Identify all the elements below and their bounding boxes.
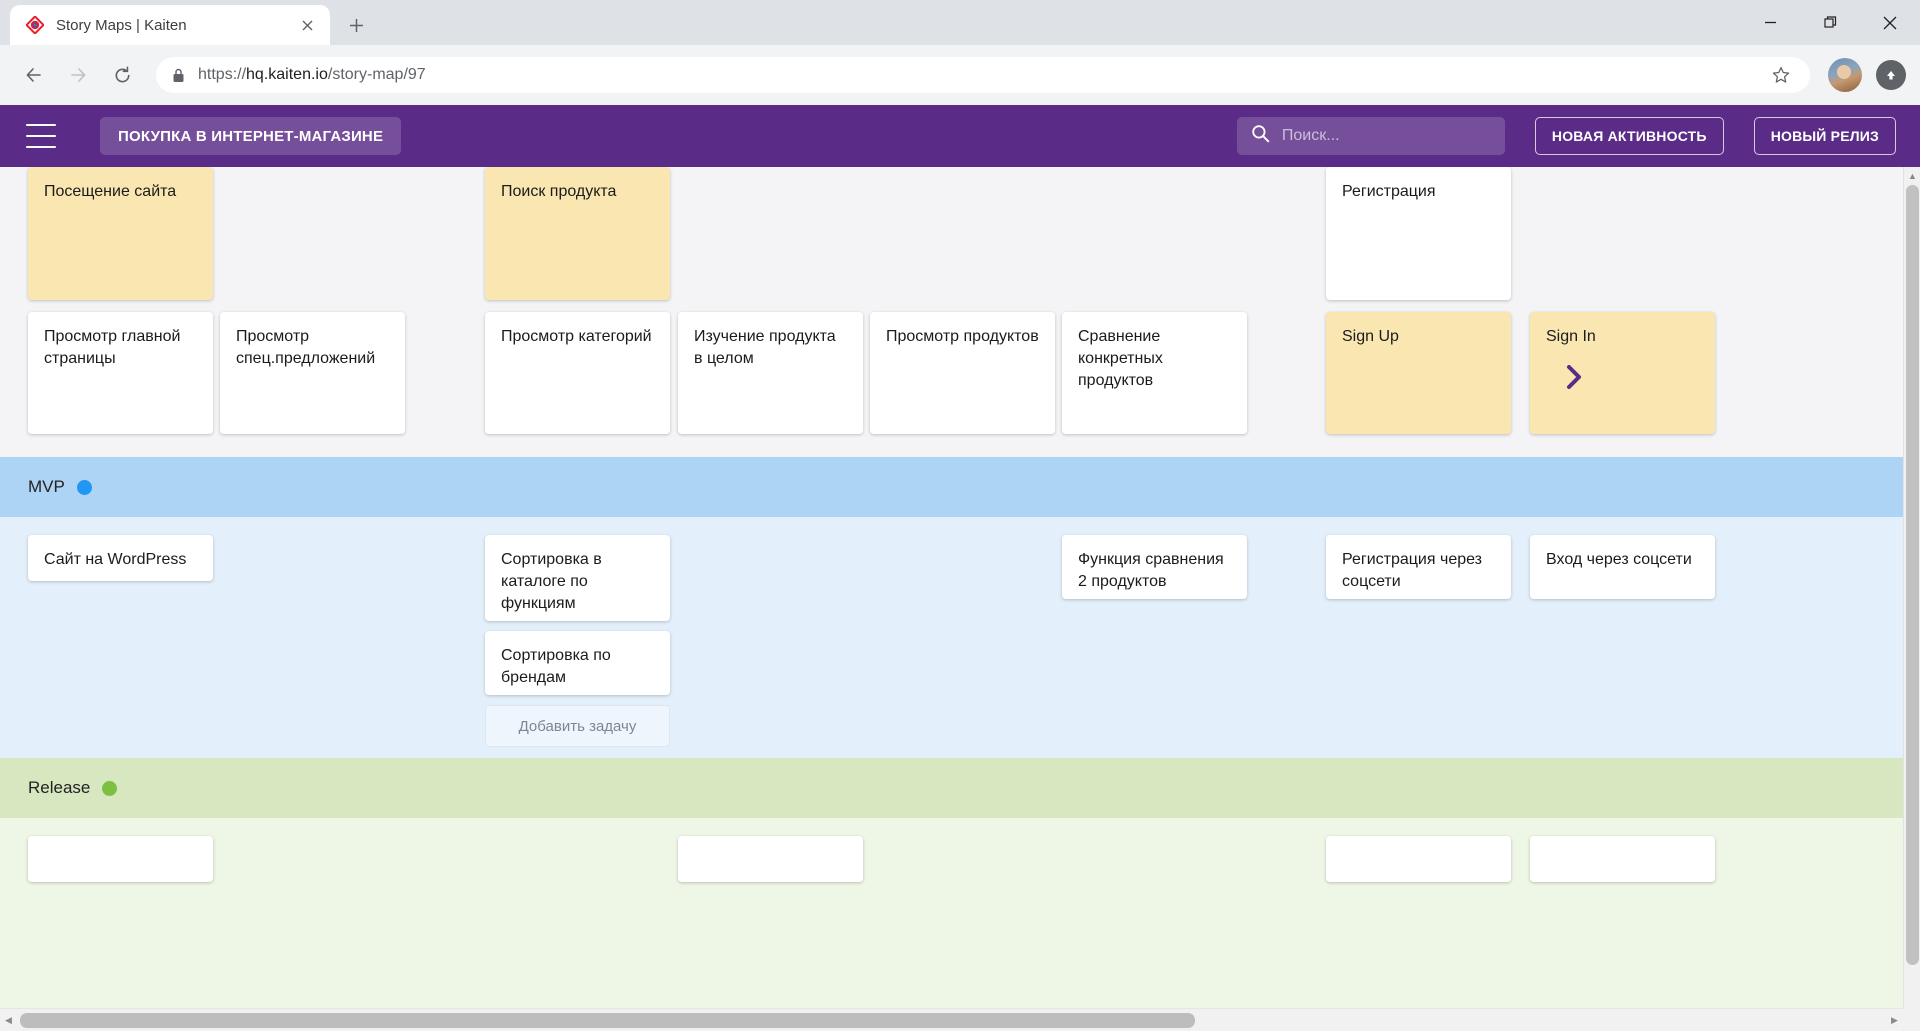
story-card[interactable]: Просмотр продуктов xyxy=(870,312,1055,434)
browser-tab-title: Story Maps | Kaiten xyxy=(56,17,284,34)
browser-tab-bar: Story Maps | Kaiten xyxy=(0,0,1920,45)
task-card[interactable] xyxy=(1326,836,1511,882)
new-release-button[interactable]: НОВЫЙ РЕЛИЗ xyxy=(1754,117,1896,155)
arrow-right-icon xyxy=(58,55,98,95)
card-label: Сайт на WordPress xyxy=(44,549,197,571)
restore-icon[interactable] xyxy=(1800,0,1860,45)
card-label: Просмотр главной страницы xyxy=(44,326,197,370)
search-placeholder: Поиск... xyxy=(1282,127,1340,145)
star-icon[interactable] xyxy=(1766,60,1796,90)
card-label: Сортировка в каталоге по функциям xyxy=(501,549,654,615)
horizontal-scrollbar-thumb[interactable] xyxy=(20,1013,1195,1028)
card-label: Изучение продукта в целом xyxy=(694,326,847,370)
swimlane-release: Release xyxy=(0,758,1903,1031)
board-title-button[interactable]: ПОКУПКА В ИНТЕРНЕТ-МАГАЗИНЕ xyxy=(100,117,401,155)
swimlane-title: Release xyxy=(28,778,90,798)
task-card[interactable] xyxy=(1530,836,1715,882)
card-label: Функция сравнения 2 продуктов xyxy=(1078,549,1231,593)
browser-toolbar: https://hq.kaiten.io/story-map/97 xyxy=(0,45,1920,105)
story-card[interactable]: Просмотр категорий xyxy=(485,312,670,434)
arrow-left-icon[interactable] xyxy=(14,55,54,95)
swimlane-title: MVP xyxy=(28,477,65,497)
app-header: ПОКУПКА В ИНТЕРНЕТ-МАГАЗИНЕ Поиск... НОВ… xyxy=(0,105,1920,167)
close-icon[interactable] xyxy=(296,14,318,36)
swimlane-color-dot xyxy=(77,480,92,495)
card-label: Просмотр продуктов xyxy=(886,326,1039,348)
card-label: Регистрация xyxy=(1342,181,1495,203)
window-close-icon[interactable] xyxy=(1860,0,1920,45)
address-bar[interactable]: https://hq.kaiten.io/story-map/97 xyxy=(156,57,1810,93)
activity-card[interactable]: Регистрация xyxy=(1326,167,1511,300)
story-card[interactable]: Просмотр спец.предложений xyxy=(220,312,405,434)
hamburger-menu-icon[interactable] xyxy=(26,124,56,148)
card-label: Просмотр спец.предложений xyxy=(236,326,389,370)
swimlane-mvp: MVP Сайт на WordPress Сортировка в катало… xyxy=(0,457,1903,758)
kaiten-logo-icon xyxy=(26,16,44,34)
card-label: Просмотр категорий xyxy=(501,326,654,348)
task-card[interactable] xyxy=(678,836,863,882)
task-card[interactable]: Регистрация через соцсети xyxy=(1326,535,1511,599)
task-card[interactable] xyxy=(28,836,213,882)
swimlane-body-mvp: Сайт на WordPress Сортировка в каталоге п… xyxy=(0,517,1903,758)
activity-card[interactable]: Поиск продукта xyxy=(485,167,670,300)
avatar[interactable] xyxy=(1828,58,1862,92)
activity-card[interactable]: Посещение сайта xyxy=(28,167,213,300)
url-text: https://hq.kaiten.io/story-map/97 xyxy=(198,66,1754,84)
search-icon xyxy=(1251,124,1270,148)
browser-tab[interactable]: Story Maps | Kaiten xyxy=(10,5,330,45)
reload-icon[interactable] xyxy=(102,55,142,95)
vertical-scrollbar-thumb[interactable] xyxy=(1906,185,1919,965)
card-label: Сортировка по брендам xyxy=(501,645,654,689)
card-label: Sign In xyxy=(1546,326,1699,348)
add-task-button[interactable]: Добавить задачу xyxy=(485,705,670,747)
task-card[interactable]: Сортировка по брендам xyxy=(485,631,670,695)
task-card[interactable]: Функция сравнения 2 продуктов xyxy=(1062,535,1247,599)
story-card[interactable]: Сравнение конкретных продуктов xyxy=(1062,312,1247,434)
story-card[interactable]: Sign Up xyxy=(1326,312,1511,434)
scrollbar-corner xyxy=(1903,1008,1920,1030)
card-label: Регистрация через соцсети xyxy=(1342,549,1495,593)
horizontal-scrollbar[interactable]: ◀ ▶ xyxy=(0,1008,1920,1030)
new-activity-button[interactable]: НОВАЯ АКТИВНОСТЬ xyxy=(1535,117,1724,155)
window-controls xyxy=(1740,0,1920,45)
minimize-icon[interactable] xyxy=(1740,0,1800,45)
task-card[interactable]: Вход через соцсети xyxy=(1530,535,1715,599)
card-label: Посещение сайта xyxy=(44,181,197,203)
task-card[interactable]: Сайт на WordPress xyxy=(28,535,213,581)
chevron-right-icon[interactable] xyxy=(1563,362,1585,398)
story-map-board: Посещение сайта Поиск продукта Регистрация… xyxy=(0,167,1920,1031)
update-arrow-icon[interactable] xyxy=(1876,60,1906,90)
search-input[interactable]: Поиск... xyxy=(1237,117,1505,155)
story-card[interactable]: Sign In xyxy=(1530,312,1715,434)
vertical-scrollbar[interactable]: ▲ ▼ xyxy=(1903,167,1920,1031)
card-label: Сравнение конкретных продуктов xyxy=(1078,326,1231,392)
task-card[interactable]: Сортировка в каталоге по функциям xyxy=(485,535,670,621)
backlog-row: Посещение сайта Поиск продукта Регистрация… xyxy=(0,167,1903,457)
card-label: Поиск продукта xyxy=(501,181,654,203)
card-label: Вход через соцсети xyxy=(1546,549,1699,571)
triangle-right-icon[interactable]: ▶ xyxy=(1886,1009,1903,1031)
triangle-up-icon[interactable]: ▲ xyxy=(1904,167,1920,184)
story-card[interactable]: Просмотр главной страницы xyxy=(28,312,213,434)
swimlane-color-dot xyxy=(102,781,117,796)
board-canvas: Посещение сайта Поиск продукта Регистрация… xyxy=(0,167,1903,1031)
plus-icon[interactable] xyxy=(338,7,374,43)
swimlane-body-release xyxy=(0,818,1903,1031)
swimlane-header-mvp[interactable]: MVP xyxy=(0,457,1903,517)
swimlane-header-release[interactable]: Release xyxy=(0,758,1903,818)
card-label: Sign Up xyxy=(1342,326,1495,348)
story-card[interactable]: Изучение продукта в целом xyxy=(678,312,863,434)
lock-icon xyxy=(172,68,186,83)
triangle-left-icon[interactable]: ◀ xyxy=(0,1009,17,1031)
